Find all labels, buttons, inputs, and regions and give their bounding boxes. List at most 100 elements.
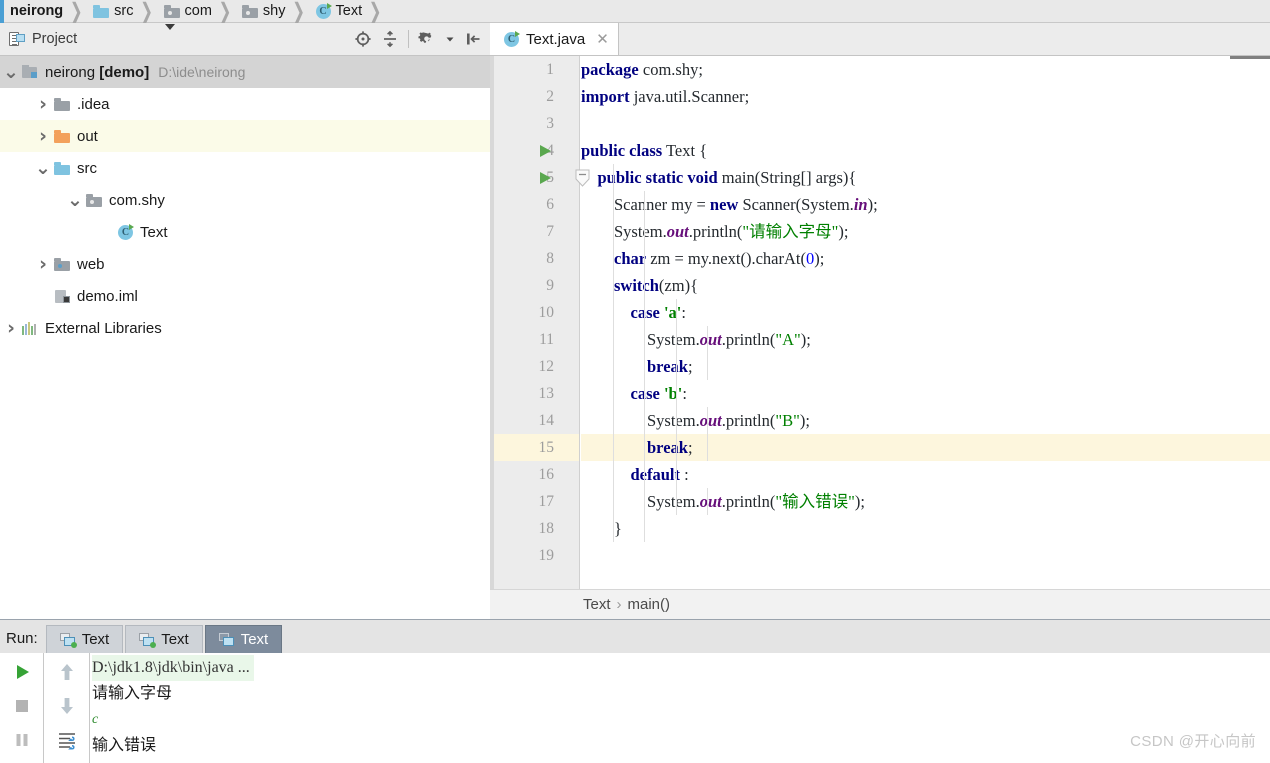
code-line-3[interactable] bbox=[581, 110, 1270, 137]
breadcrumb-chevron-icon: ❯ bbox=[218, 0, 232, 25]
gutter-line-8[interactable]: 8 bbox=[494, 245, 579, 272]
code-line-9[interactable]: switch(zm){ bbox=[581, 272, 1270, 299]
up-arrow-icon[interactable] bbox=[56, 661, 78, 688]
code-line-11[interactable]: System.out.println("A"); bbox=[581, 326, 1270, 353]
gutter-line-1[interactable]: 1 bbox=[494, 56, 579, 83]
line-number: 11 bbox=[539, 331, 554, 348]
chevron-right-icon[interactable]: › bbox=[0, 317, 22, 339]
run-gutter-icon[interactable] bbox=[540, 172, 551, 184]
run-tab-3[interactable]: Text bbox=[204, 625, 283, 653]
project-title-button[interactable]: Project bbox=[0, 31, 77, 47]
run-tab-2[interactable]: Text bbox=[125, 625, 203, 653]
gutter-line-18[interactable]: 18 bbox=[494, 515, 579, 542]
tree-item-out[interactable]: › out bbox=[0, 120, 490, 152]
project-view-dropdown[interactable] bbox=[165, 24, 176, 48]
code-line-7[interactable]: System.out.println("请输入字母"); bbox=[581, 218, 1270, 245]
gutter-line-10[interactable]: 10 bbox=[494, 299, 579, 326]
breadcrumb-method[interactable]: main() bbox=[628, 596, 671, 613]
breadcrumb-class[interactable]: Text bbox=[583, 596, 611, 613]
editor-scrollbar[interactable] bbox=[1230, 56, 1270, 59]
code-editor[interactable]: 1 2 3 4 5 6 7 8 9 10 11 12 13 14 15 16 17 18 19 package co… bbox=[490, 56, 1270, 589]
gutter-line-9[interactable]: 9 bbox=[494, 272, 579, 299]
project-tree[interactable]: ⌄ neirong [demo] D:\ide\neirong › .idea › out ⌄… bbox=[0, 56, 490, 616]
code-line-12[interactable]: break; bbox=[581, 353, 1270, 380]
run-actions-column-2 bbox=[45, 653, 90, 763]
breadcrumb-item-neirong[interactable]: neirong ❯ bbox=[4, 0, 86, 24]
breadcrumb-item-shy[interactable]: shy ❯ bbox=[235, 0, 309, 24]
editor-breadcrumb[interactable]: Text › main() bbox=[490, 589, 1270, 619]
tree-item-idea[interactable]: › .idea bbox=[0, 88, 490, 120]
run-gutter-icon[interactable] bbox=[540, 145, 551, 157]
code-line-18[interactable]: } bbox=[581, 515, 1270, 542]
hide-panel-icon[interactable] bbox=[464, 30, 482, 48]
chevron-right-icon[interactable]: › bbox=[32, 253, 54, 275]
pause-icon[interactable] bbox=[11, 729, 33, 756]
gutter-line-2[interactable]: 2 bbox=[494, 83, 579, 110]
chevron-down-icon[interactable]: ⌄ bbox=[32, 159, 54, 178]
gutter-line-16[interactable]: 16 bbox=[494, 461, 579, 488]
indent-guide bbox=[644, 434, 646, 461]
code-line-10[interactable]: case 'a': bbox=[581, 299, 1270, 326]
line-number: 15 bbox=[538, 439, 555, 456]
tree-item-demo-iml[interactable]: demo.iml bbox=[0, 280, 490, 312]
code-line-14[interactable]: System.out.println("B"); bbox=[581, 407, 1270, 434]
code-line-16[interactable]: default : bbox=[581, 461, 1270, 488]
external-libraries-icon bbox=[22, 321, 38, 335]
gutter-line-13[interactable]: 13 bbox=[494, 380, 579, 407]
gutter-line-11[interactable]: 11 bbox=[494, 326, 579, 353]
editor-tab-text-java[interactable]: Text.java ✕ bbox=[490, 23, 619, 55]
gutter-line-19[interactable]: 19 bbox=[494, 542, 579, 569]
indent-guide bbox=[644, 272, 646, 299]
tree-item-neirong[interactable]: ⌄ neirong [demo] D:\ide\neirong bbox=[0, 56, 490, 88]
code-line-15[interactable]: break; bbox=[581, 434, 1270, 461]
run-tab-1[interactable]: Text bbox=[45, 625, 124, 653]
chevron-right-icon[interactable]: › bbox=[32, 93, 54, 115]
gutter-line-17[interactable]: 17 bbox=[494, 488, 579, 515]
chevron-down-icon[interactable]: ⌄ bbox=[64, 191, 86, 210]
tree-item-external-libraries[interactable]: › External Libraries bbox=[0, 312, 490, 344]
rerun-icon[interactable] bbox=[11, 661, 33, 688]
close-icon[interactable]: ✕ bbox=[596, 30, 609, 48]
editor-gutter[interactable]: 1 2 3 4 5 6 7 8 9 10 11 12 13 14 15 16 17 18 19 bbox=[494, 56, 590, 589]
tree-item-web[interactable]: › web bbox=[0, 248, 490, 280]
breadcrumb-item-label: com bbox=[184, 3, 212, 19]
run-label: Run: bbox=[6, 630, 38, 647]
code-line-8[interactable]: char zm = my.next().charAt(0); bbox=[581, 245, 1270, 272]
gutter-line-7[interactable]: 7 bbox=[494, 218, 579, 245]
chevron-down-icon[interactable]: ⌄ bbox=[0, 63, 22, 82]
tree-item-text[interactable]: Text bbox=[0, 216, 490, 248]
chevron-right-icon[interactable]: › bbox=[32, 125, 54, 147]
soft-wrap-icon[interactable] bbox=[56, 729, 78, 756]
code-line-1[interactable]: package com.shy; bbox=[581, 56, 1270, 83]
down-arrow-icon[interactable] bbox=[56, 695, 78, 722]
gear-dropdown-arrow[interactable] bbox=[445, 30, 455, 48]
code-line-13[interactable]: case 'b': bbox=[581, 380, 1270, 407]
gutter-line-6[interactable]: 6 bbox=[494, 191, 579, 218]
code-line-17[interactable]: System.out.println("输入错误"); bbox=[581, 488, 1270, 515]
breadcrumb-item-text[interactable]: Text ❯ bbox=[309, 0, 386, 25]
code-line-4[interactable]: public class Text { bbox=[581, 137, 1270, 164]
gutter-line-5[interactable]: 5 bbox=[494, 164, 590, 191]
tree-item-com-shy[interactable]: ⌄ com.shy bbox=[0, 184, 490, 216]
gear-icon[interactable] bbox=[418, 30, 436, 48]
stop-icon[interactable] bbox=[11, 695, 33, 722]
gutter-line-3[interactable]: 3 bbox=[494, 110, 579, 137]
gutter-line-4[interactable]: 4 bbox=[494, 137, 579, 164]
collapse-all-icon[interactable] bbox=[381, 30, 399, 48]
breadcrumb-item-com[interactable]: com ❯ bbox=[157, 0, 235, 25]
folder-orange-icon bbox=[54, 129, 70, 143]
code-line-5[interactable]: public static void main(String[] args){ bbox=[581, 164, 1270, 191]
breadcrumb-chevron-icon: ❯ bbox=[368, 0, 382, 25]
locate-file-icon[interactable] bbox=[354, 30, 372, 48]
indent-guide bbox=[644, 326, 646, 353]
gutter-line-12[interactable]: 12 bbox=[494, 353, 579, 380]
editor-code-area[interactable]: package com.shy; import java.util.Scanner… bbox=[581, 56, 1270, 589]
tree-item-src[interactable]: ⌄ src bbox=[0, 152, 490, 184]
console-output[interactable]: D:\jdk1.8\jdk\bin\java ... 请输入字母 c 输入错误 bbox=[92, 653, 1270, 763]
code-line-19[interactable] bbox=[581, 542, 1270, 569]
gutter-line-14[interactable]: 14 bbox=[494, 407, 579, 434]
code-line-2[interactable]: import java.util.Scanner; bbox=[581, 83, 1270, 110]
code-line-6[interactable]: Scanner my = new Scanner(System.in); bbox=[581, 191, 1270, 218]
gutter-line-15[interactable]: 15 bbox=[494, 434, 579, 461]
breadcrumb-item-src[interactable]: src ❯ bbox=[86, 0, 156, 24]
